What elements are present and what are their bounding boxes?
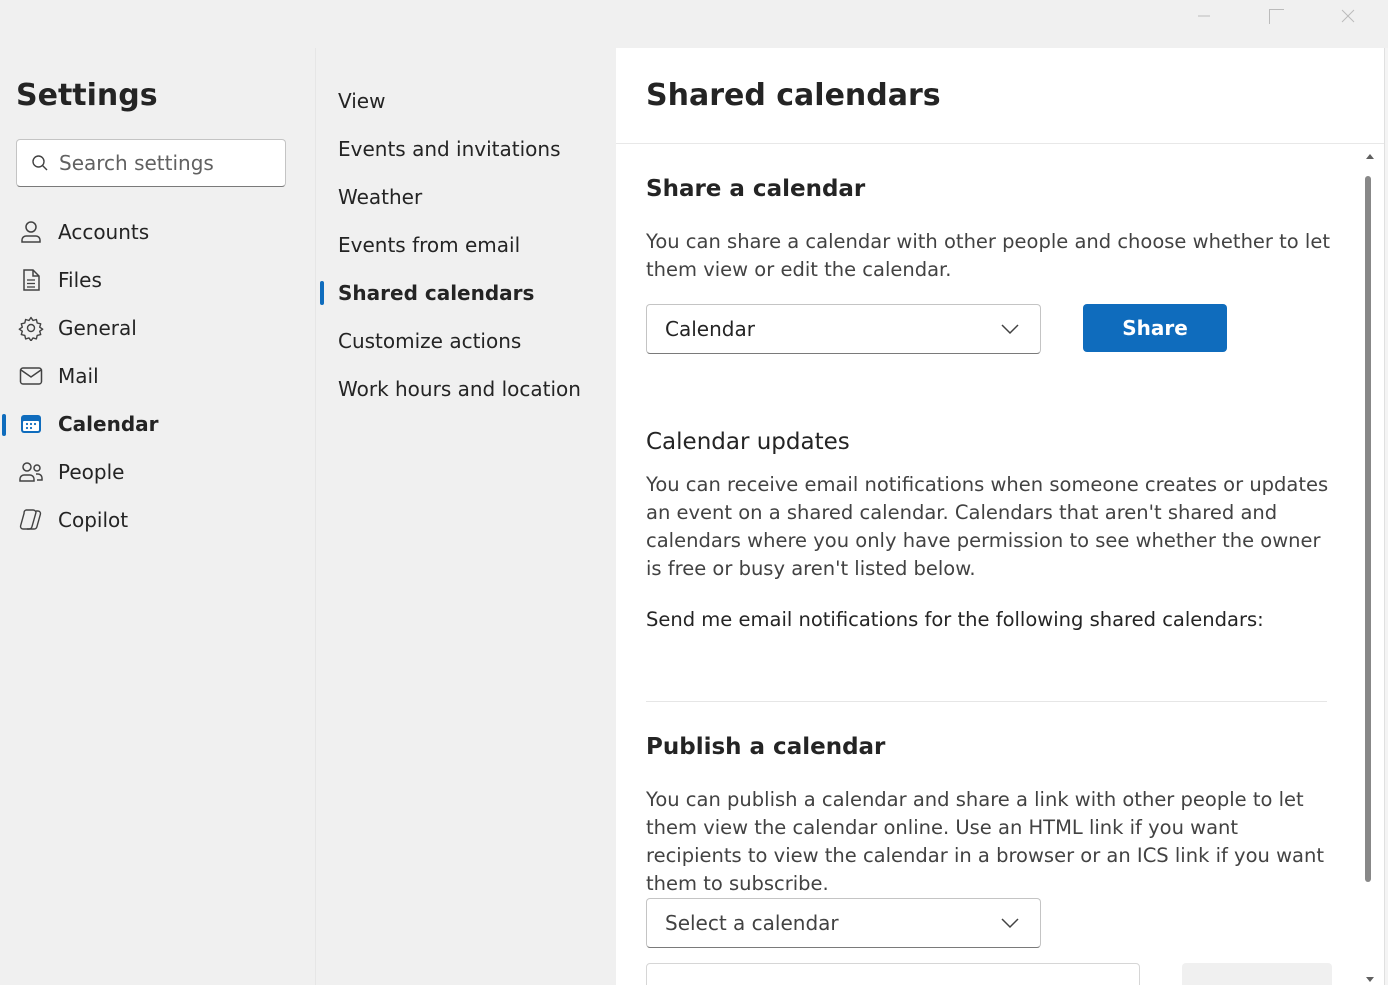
chevron-down-icon [1001, 918, 1019, 929]
share-heading: Share a calendar [646, 176, 866, 202]
minimize-icon [1198, 15, 1210, 17]
subnav-item-events-and-invitations[interactable]: Events and invitations [338, 134, 561, 164]
sidebar-item-general[interactable]: General [0, 306, 300, 350]
search-placeholder: Search settings [59, 151, 214, 175]
content-scrollbar[interactable] [1360, 144, 1380, 985]
dropdown-value: Calendar [665, 317, 755, 341]
scroll-thumb[interactable] [1365, 176, 1371, 882]
dropdown-placeholder: Select a calendar [665, 911, 839, 935]
gear-icon [18, 316, 44, 341]
subnav-item-events-from-email[interactable]: Events from email [338, 230, 520, 260]
subnav-item-shared-calendars[interactable]: Shared calendars [338, 278, 534, 308]
close-button[interactable] [1312, 0, 1384, 32]
sidebar-item-label: Copilot [58, 508, 129, 532]
sidebar-item-label: Mail [58, 364, 99, 388]
subnav-item-weather[interactable]: Weather [338, 182, 422, 212]
search-icon [32, 155, 48, 171]
publish-heading: Publish a calendar [646, 734, 886, 760]
share-button[interactable]: Share [1083, 304, 1227, 352]
scroll-up-arrow-icon[interactable] [1365, 152, 1375, 160]
scroll-down-arrow-icon[interactable] [1365, 976, 1375, 984]
active-indicator [320, 281, 324, 305]
close-icon [1341, 9, 1355, 23]
window-edge [1384, 48, 1388, 985]
section-divider [646, 701, 1327, 702]
document-icon [23, 269, 40, 291]
sidebar-item-files[interactable]: Files [0, 258, 300, 302]
updates-description: You can receive email notifications when… [646, 473, 1329, 580]
subnav-item-work-hours-and-location[interactable]: Work hours and location [338, 374, 581, 404]
updates-heading: Calendar updates [646, 429, 850, 455]
maximize-icon [1269, 9, 1284, 24]
calendar-icon [21, 415, 41, 433]
sidebar-item-label: People [58, 460, 125, 484]
sidebar-item-calendar[interactable]: Calendar [0, 402, 300, 446]
share-calendar-dropdown[interactable]: Calendar [646, 304, 1041, 354]
maximize-button[interactable] [1240, 0, 1312, 32]
search-settings-input[interactable]: Search settings [16, 139, 286, 187]
notify-label: Send me email notifications for the foll… [646, 608, 1264, 631]
settings-content: Shared calendars Share a calendar You ca… [616, 48, 1384, 985]
publish-button[interactable] [1182, 963, 1332, 985]
sidebar-item-label: Files [58, 268, 102, 292]
share-description: You can share a calendar with other peop… [646, 230, 1330, 281]
publish-calendar-dropdown[interactable]: Select a calendar [646, 898, 1041, 948]
minimize-button[interactable] [1168, 0, 1240, 32]
sidebar-item-accounts[interactable]: Accounts [0, 210, 300, 254]
people-icon [19, 462, 43, 482]
subnav-item-view[interactable]: View [338, 86, 385, 116]
content-header: Shared calendars [616, 48, 1384, 144]
sidebar-item-copilot[interactable]: Copilot [0, 498, 300, 542]
permission-dropdown[interactable] [646, 963, 1140, 985]
subnav-item-customize-actions[interactable]: Customize actions [338, 326, 521, 356]
publish-description: You can publish a calendar and share a l… [646, 788, 1324, 895]
chevron-down-icon [1001, 324, 1019, 335]
page-title: Shared calendars [646, 78, 941, 113]
sidebar-item-label: Calendar [58, 412, 159, 436]
calendar-subnav: View Events and invitations Weather Even… [315, 48, 616, 985]
sidebar-item-mail[interactable]: Mail [0, 354, 300, 398]
sidebar-item-label: General [58, 316, 137, 340]
sidebar-item-people[interactable]: People [0, 450, 300, 494]
sidebar-item-label: Accounts [58, 220, 150, 244]
person-icon [21, 221, 41, 243]
mail-icon [19, 367, 43, 385]
title-bar [0, 0, 1388, 48]
settings-sidebar: Settings Search settings Accounts Files … [0, 48, 315, 985]
settings-title: Settings [16, 78, 158, 113]
copilot-icon [19, 509, 42, 530]
